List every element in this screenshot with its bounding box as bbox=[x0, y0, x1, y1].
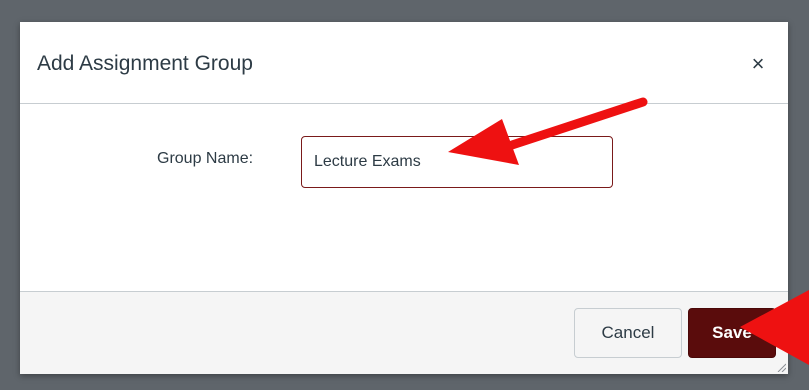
dialog-body: Group Name: bbox=[20, 104, 788, 291]
dialog-header: Add Assignment Group × bbox=[20, 22, 788, 104]
cancel-button[interactable]: Cancel bbox=[574, 308, 682, 358]
group-name-input[interactable] bbox=[301, 136, 613, 188]
resize-handle-icon[interactable] bbox=[776, 362, 786, 372]
save-button[interactable]: Save bbox=[688, 308, 776, 358]
dialog-title: Add Assignment Group bbox=[37, 52, 253, 75]
add-assignment-group-dialog: Add Assignment Group × Group Name: Cance… bbox=[20, 22, 788, 374]
group-name-label: Group Name: bbox=[157, 150, 254, 167]
dialog-footer: Cancel Save bbox=[20, 291, 788, 374]
close-icon[interactable]: × bbox=[746, 52, 770, 76]
